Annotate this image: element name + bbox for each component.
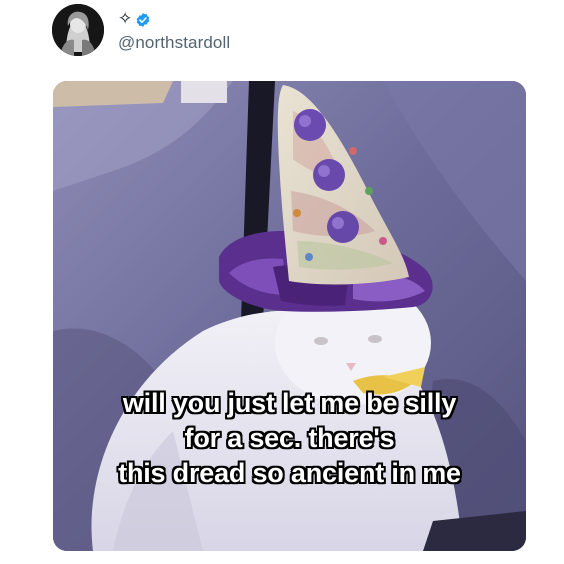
verified-badge-icon <box>135 12 151 28</box>
post-header: ✧ @northstardoll <box>52 4 230 56</box>
avatar-image <box>52 4 104 56</box>
caption-line: will you just let me be silly <box>122 388 457 418</box>
meme-caption: will you just let me be silly for a sec.… <box>53 386 526 491</box>
post-meta: ✧ @northstardoll <box>118 4 230 56</box>
post-image[interactable]: will you just let me be silly for a sec.… <box>53 81 526 551</box>
display-name[interactable]: ✧ <box>118 10 230 30</box>
sparkle-icon: ✧ <box>118 9 133 29</box>
avatar[interactable] <box>52 4 104 56</box>
user-handle[interactable]: @northstardoll <box>118 33 230 53</box>
post-card: ✧ @northstardoll will you just let me be… <box>0 0 564 564</box>
caption-line: this dread so ancient in me <box>118 458 461 488</box>
caption-line: for a sec. there's <box>184 423 395 453</box>
